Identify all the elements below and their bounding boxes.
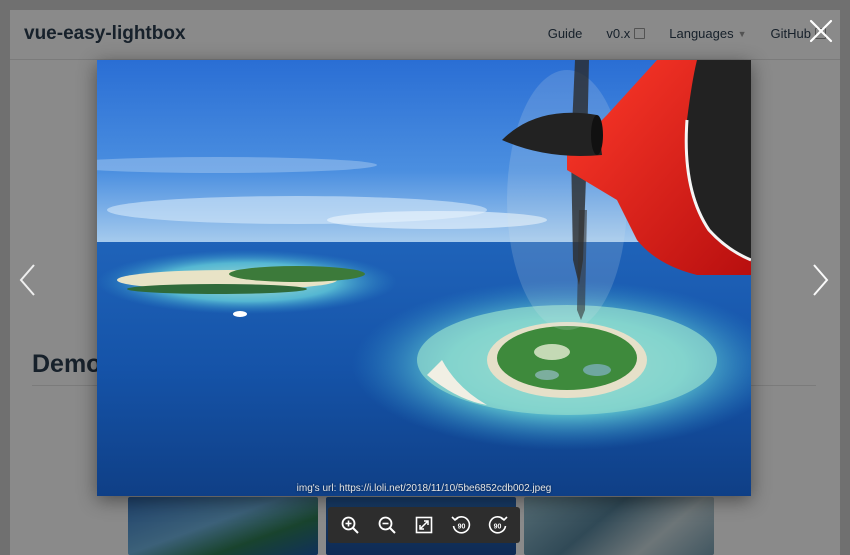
fit-screen-icon xyxy=(415,516,433,534)
rotate-left-label: 90 xyxy=(457,524,465,531)
rotate-left-icon: 90 xyxy=(451,516,470,534)
chevron-right-icon[interactable] xyxy=(808,262,832,298)
lightbox-toolbar: 90 90 xyxy=(328,507,520,543)
close-icon[interactable] xyxy=(808,18,834,44)
rotate-left-button[interactable]: 90 xyxy=(447,511,475,539)
chevron-left-icon[interactable] xyxy=(16,262,40,298)
zoom-out-icon xyxy=(378,516,396,534)
image-caption: img's url: https://i.loli.net/2018/11/10… xyxy=(296,483,552,494)
zoom-in-icon xyxy=(341,516,360,534)
lightbox-image[interactable]: img's url: https://i.loli.net/2018/11/10… xyxy=(97,60,751,496)
fit-screen-button[interactable] xyxy=(410,511,438,539)
rotate-right-icon: 90 xyxy=(488,516,508,534)
rotate-right-label: 90 xyxy=(493,524,501,531)
zoom-in-button[interactable] xyxy=(336,511,364,539)
aerial-island-photo xyxy=(97,60,751,496)
rotate-right-button[interactable]: 90 xyxy=(484,511,512,539)
zoom-out-button[interactable] xyxy=(373,511,401,539)
